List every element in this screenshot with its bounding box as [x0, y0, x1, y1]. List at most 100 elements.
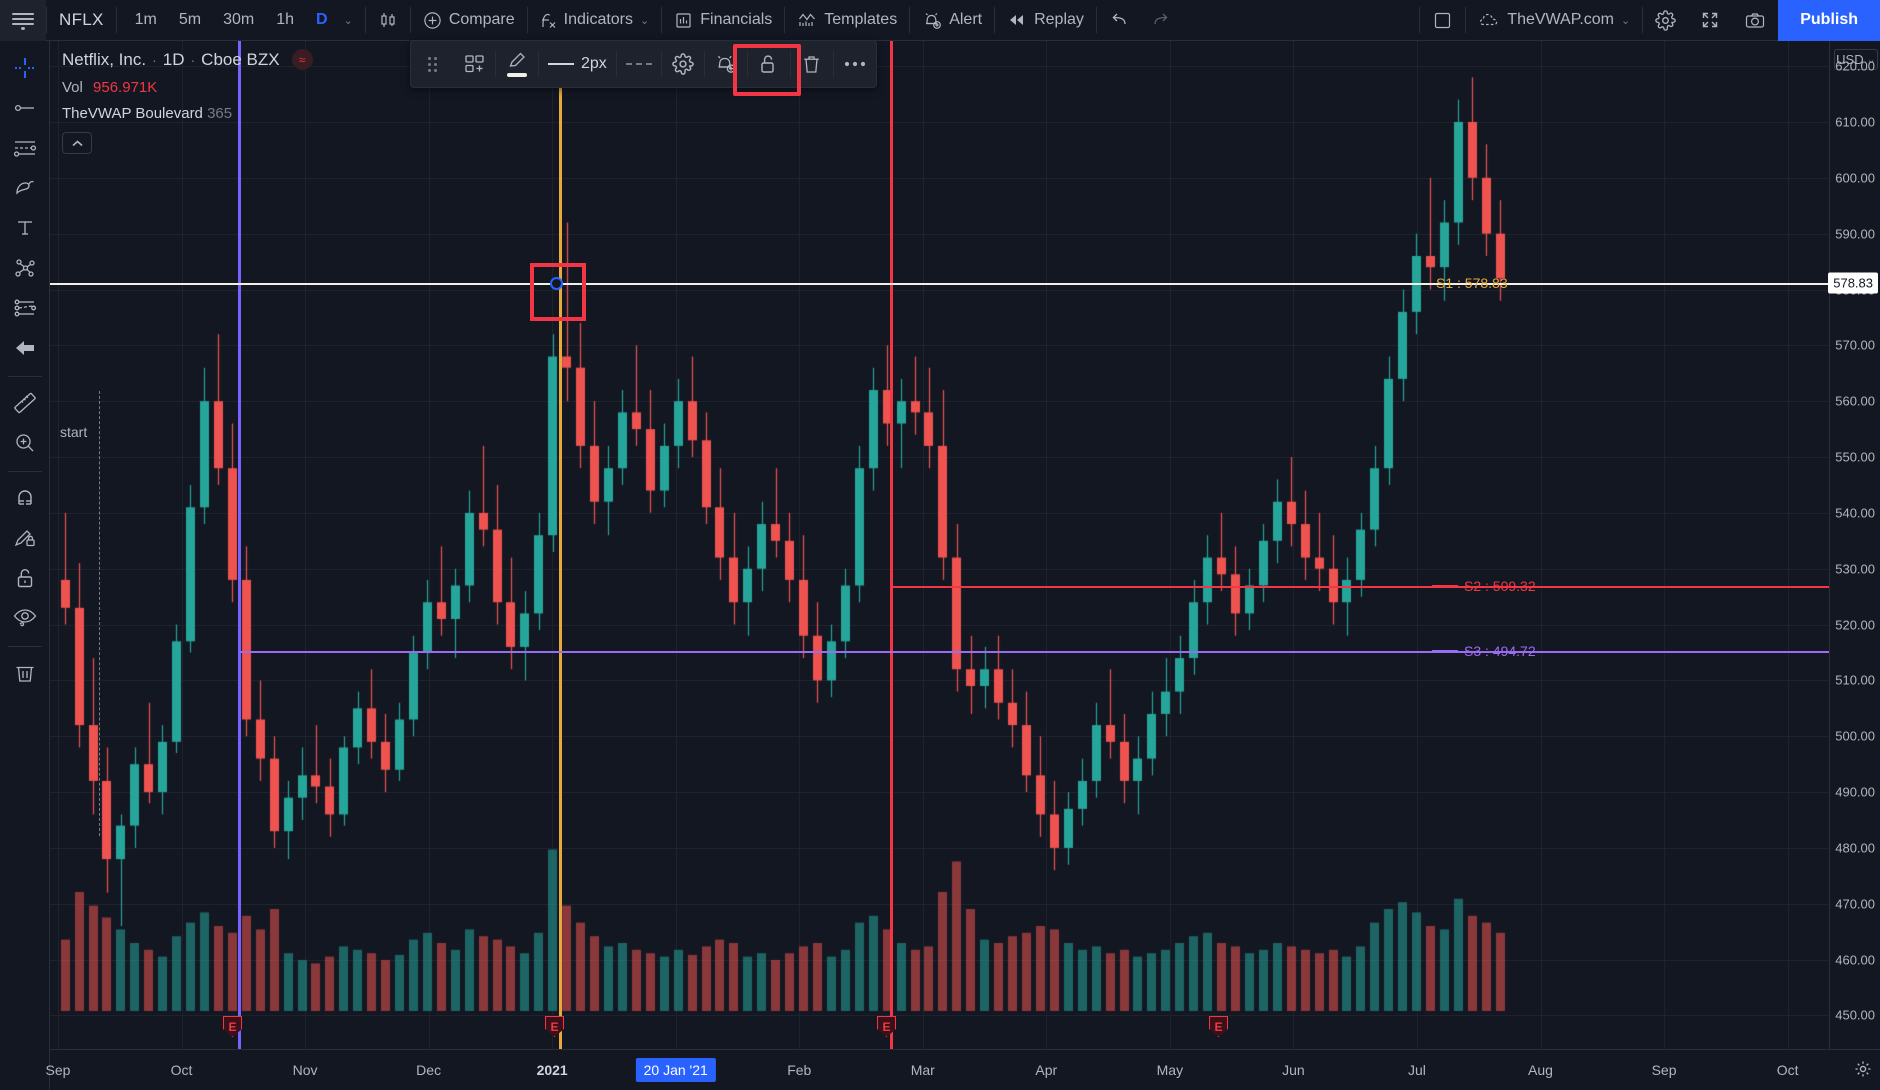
undo-button[interactable]	[1097, 0, 1140, 41]
drawing-floating-toolbar: 2px	[410, 40, 877, 88]
redo-button[interactable]	[1140, 0, 1183, 41]
time-tick: Dec	[416, 1062, 442, 1078]
alert-button[interactable]: Alert	[910, 0, 994, 41]
price-tick: 530.00	[1835, 561, 1875, 577]
chart-canvas[interactable]: Netflix, Inc. · 1D · Cboe BZX ≈ Vol 956.…	[50, 41, 1829, 1049]
earnings-marker[interactable]: E	[1209, 1016, 1228, 1037]
cloud-icon	[1478, 11, 1500, 29]
legend-indicator-row[interactable]: TheVWAP Boulevard 365	[62, 105, 313, 122]
legend-separator: ·	[190, 51, 196, 68]
drawing-lock-button[interactable]	[748, 41, 790, 87]
s1-level-line[interactable]	[50, 283, 1829, 285]
camera-icon	[1744, 11, 1766, 30]
pattern-tool[interactable]	[5, 249, 45, 287]
s2-level-line[interactable]	[890, 586, 1829, 588]
color-picker-button[interactable]	[496, 41, 538, 87]
legend-exchange: Cboe BZX	[201, 49, 280, 69]
earnings-marker[interactable]: E	[877, 1016, 896, 1037]
plus-circle-icon	[423, 11, 442, 30]
trend-line-tool[interactable]	[5, 89, 45, 127]
start-dashed-marker[interactable]	[99, 391, 100, 836]
price-series-canvas[interactable]	[50, 41, 1829, 1049]
interval-1m[interactable]: 1m	[129, 7, 163, 33]
interval-1h[interactable]: 1h	[270, 7, 300, 33]
orange-vertical-marker[interactable]	[559, 41, 562, 1049]
candlestick-icon	[378, 10, 398, 30]
text-tool[interactable]	[5, 209, 45, 247]
time-axis[interactable]: Sep Oct Nov Dec 2021 20 Jan '21 Feb Mar Apr May Ju…	[46, 1049, 1880, 1090]
thickness-preview	[548, 62, 574, 66]
cross-cursor-tool[interactable]	[5, 49, 45, 87]
publish-button[interactable]: Publish	[1778, 0, 1880, 41]
red-vertical-marker[interactable]	[890, 41, 893, 1049]
templates-button[interactable]: Templates	[785, 0, 909, 41]
drawing-templates-button[interactable]	[453, 41, 495, 87]
time-tick: Jun	[1282, 1062, 1305, 1078]
function-icon	[540, 11, 557, 30]
legend-title-row[interactable]: Netflix, Inc. · 1D · Cboe BZX ≈	[62, 49, 313, 70]
horizontal-lines-tool[interactable]	[5, 129, 45, 167]
earnings-marker[interactable]: E	[223, 1016, 242, 1037]
volume-value: 956.971K	[93, 79, 158, 96]
s2-level-dash	[1432, 585, 1458, 587]
indicators-button[interactable]: Indicators ⌄	[528, 0, 662, 41]
legend-collapse-button[interactable]	[62, 132, 92, 154]
interval-1d[interactable]: D	[310, 7, 334, 33]
snapshot-button[interactable]	[1732, 0, 1778, 41]
main-menu-button[interactable]	[0, 0, 46, 41]
line-thickness-button[interactable]: 2px	[539, 41, 616, 87]
more-options-icon	[843, 60, 867, 68]
price-tick: 550.00	[1835, 449, 1875, 465]
fullscreen-button[interactable]	[1688, 0, 1732, 41]
chart-style-button[interactable]	[366, 0, 410, 41]
price-tick: 480.00	[1835, 840, 1875, 856]
time-tick: Mar	[910, 1062, 935, 1078]
drawing-anchor-handle[interactable]	[550, 277, 563, 290]
drag-handle[interactable]	[411, 41, 453, 87]
indicator-name: TheVWAP Boulevard	[62, 105, 203, 122]
drawing-alert-button[interactable]	[705, 41, 747, 87]
indicators-label: Indicators	[563, 11, 634, 28]
user-layout-button[interactable]: TheVWAP.com ⌄	[1466, 0, 1642, 41]
time-axis-settings-button[interactable]	[1854, 1060, 1872, 1083]
price-tick: 600.00	[1835, 170, 1875, 186]
replay-button[interactable]: Replay	[995, 0, 1096, 41]
drawing-mode-lock-tool[interactable]	[5, 519, 45, 557]
compare-button[interactable]: Compare	[411, 0, 527, 41]
time-tick: May	[1156, 1062, 1184, 1078]
interval-5m[interactable]: 5m	[173, 7, 207, 33]
arrow-mark-tool[interactable]	[5, 329, 45, 367]
interval-30m[interactable]: 30m	[217, 7, 260, 33]
measure-ruler-tool[interactable]	[5, 384, 45, 422]
hide-all-tool[interactable]	[5, 599, 45, 637]
forecast-tool[interactable]	[5, 289, 45, 327]
color-swatch	[507, 73, 527, 77]
chevron-down-icon[interactable]: ⌄	[1621, 14, 1630, 27]
s1-level-label: S1 : 578.83	[1436, 275, 1508, 291]
time-tick: Sep	[45, 1062, 71, 1078]
drawing-delete-button[interactable]	[791, 41, 833, 87]
templates-label: Templates	[824, 11, 898, 28]
price-tick: 520.00	[1835, 617, 1875, 633]
layout-button[interactable]	[1420, 0, 1465, 41]
financials-button[interactable]: Financials	[662, 0, 784, 41]
settings-button[interactable]	[1643, 0, 1688, 41]
purple-vertical-marker[interactable]	[238, 41, 241, 1049]
lock-all-tool[interactable]	[5, 559, 45, 597]
remove-all-tool[interactable]	[5, 654, 45, 692]
s3-level-line[interactable]	[240, 651, 1829, 653]
drawing-more-button[interactable]	[834, 41, 876, 87]
price-axis[interactable]: USD ⌄ 620.00610.00600.00590.00580.00570.…	[1828, 41, 1880, 1049]
chevron-down-icon[interactable]: ⌄	[344, 14, 353, 27]
brush-tool[interactable]	[5, 169, 45, 207]
alert-label: Alert	[949, 11, 983, 28]
line-style-button[interactable]	[617, 41, 661, 87]
line-style-dashed-icon	[625, 63, 652, 65]
settings-gear-button[interactable]	[662, 41, 704, 87]
chevron-down-icon[interactable]: ⌄	[640, 14, 649, 27]
selected-drawing-box[interactable]	[530, 263, 586, 321]
zoom-in-tool[interactable]	[5, 424, 45, 462]
magnet-tool[interactable]	[5, 479, 45, 517]
symbol-search-button[interactable]: NFLX	[47, 0, 116, 41]
earnings-marker[interactable]: E	[545, 1016, 564, 1037]
